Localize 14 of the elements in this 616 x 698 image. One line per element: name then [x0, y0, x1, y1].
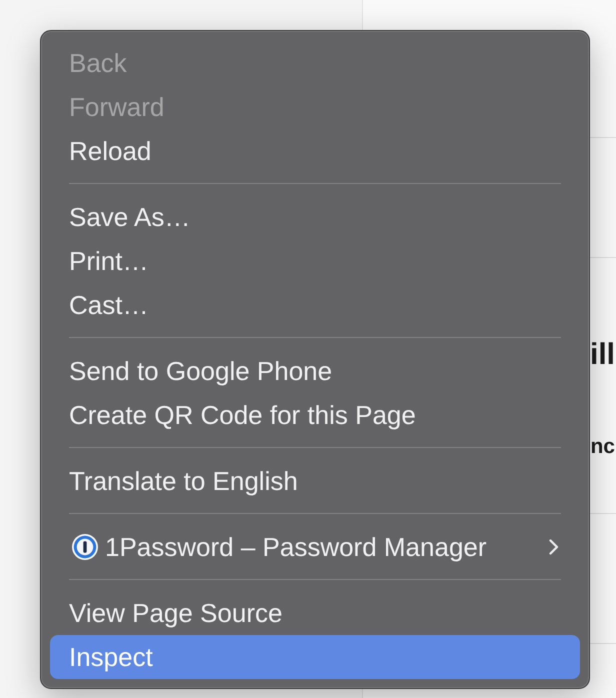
menu-item[interactable]: View Page Source — [50, 591, 580, 635]
menu-item[interactable]: Save As… — [50, 195, 580, 239]
menu-item[interactable]: 1Password – Password Manager — [50, 525, 580, 569]
menu-item[interactable]: Create QR Code for this Page — [50, 393, 580, 437]
keyhole-icon — [72, 534, 98, 560]
text-fragment: nc — [590, 436, 615, 457]
menu-item[interactable]: Reload — [50, 129, 580, 173]
menu-item[interactable]: Translate to English — [50, 459, 580, 503]
chevron-right-icon — [549, 539, 559, 555]
menu-item[interactable]: Send to Google Phone — [50, 349, 580, 393]
menu-item[interactable]: Cast… — [50, 283, 580, 327]
heading-fragment: ill — [590, 340, 615, 370]
menu-item[interactable]: Print… — [50, 239, 580, 283]
menu-item[interactable]: Inspect — [50, 635, 580, 679]
